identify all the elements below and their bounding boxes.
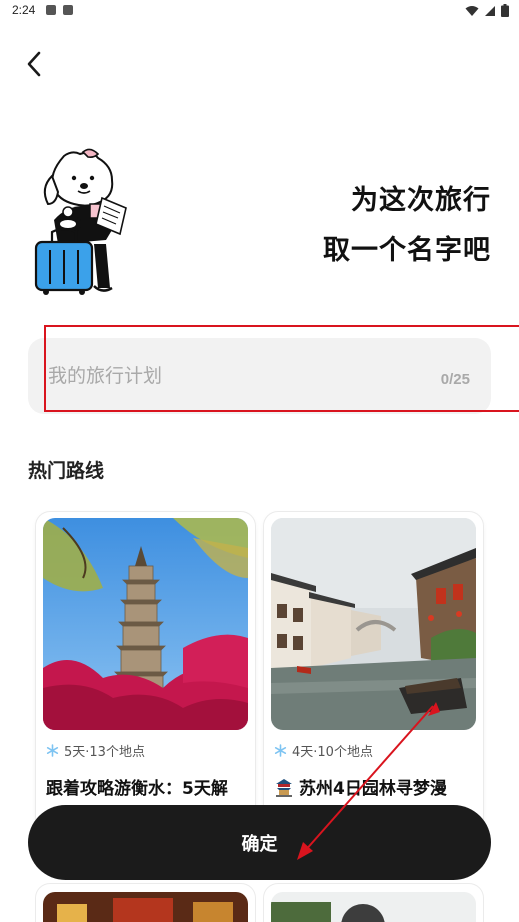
pagoda-photo xyxy=(43,518,248,730)
street-photo xyxy=(271,892,476,922)
route-card[interactable] xyxy=(264,884,483,922)
back-button[interactable] xyxy=(16,46,52,82)
card-meta: 5天·13个地点 xyxy=(46,741,145,760)
route-card[interactable]: 5天·13个地点 跟着攻略游衡水：5天解 xyxy=(36,512,255,842)
snowflake-icon xyxy=(46,744,59,757)
gallery-notification-icon xyxy=(46,5,56,15)
pavilion-icon xyxy=(276,778,292,797)
app-notification-icon xyxy=(63,5,73,15)
dog-mascot-illustration xyxy=(34,148,127,295)
card-meta: 4天·10个地点 xyxy=(274,741,373,760)
card-title: 苏州4日园林寻梦漫 xyxy=(274,774,479,799)
wifi-icon xyxy=(465,5,479,16)
char-counter: 0/25 xyxy=(440,371,470,388)
route-card[interactable]: 4天·10个地点 苏州4日园林寻梦漫 xyxy=(264,512,483,842)
status-time: 2:24 xyxy=(12,3,36,17)
snowflake-icon xyxy=(274,744,287,757)
trip-name-field[interactable]: 0/25 xyxy=(28,338,491,414)
canal-town-photo xyxy=(271,518,476,730)
restaurant-photo xyxy=(43,892,248,922)
status-bar: 2:24 xyxy=(0,0,519,22)
headline-line-2: 取一个名字吧 xyxy=(323,235,491,266)
trip-name-input[interactable] xyxy=(48,360,388,392)
confirm-button[interactable]: 确定 xyxy=(28,805,491,880)
section-title-popular-routes: 热门路线 xyxy=(28,460,105,482)
card-title-text: 跟着攻略游衡水：5天解 xyxy=(46,779,228,799)
route-card[interactable] xyxy=(36,884,255,922)
card-title: 跟着攻略游衡水：5天解 xyxy=(46,774,251,799)
signal-icon xyxy=(485,5,495,16)
battery-icon xyxy=(501,4,509,17)
page-headline: 为这次旅行 取一个名字吧 xyxy=(323,176,491,276)
card-meta-text: 5天·13个地点 xyxy=(64,745,145,760)
card-meta-text: 4天·10个地点 xyxy=(292,745,373,760)
chevron-left-icon xyxy=(27,51,41,77)
headline-line-1: 为这次旅行 xyxy=(351,185,491,216)
card-title-text: 苏州4日园林寻梦漫 xyxy=(299,779,447,799)
